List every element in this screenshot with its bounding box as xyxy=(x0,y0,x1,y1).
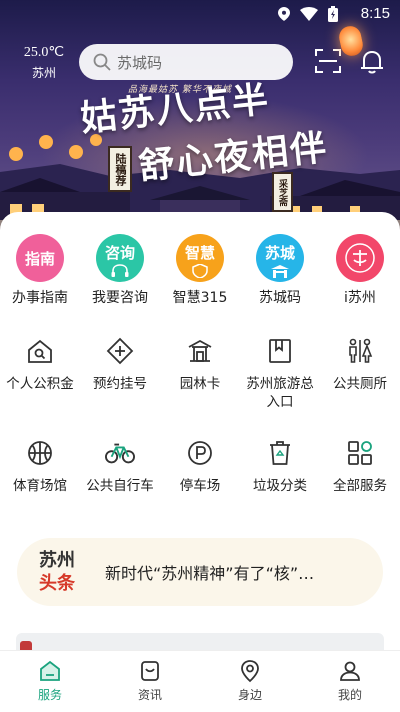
basketball-icon xyxy=(28,441,52,465)
service-public-bike[interactable]: 公共自行车 xyxy=(80,438,160,495)
service-public-toilet[interactable]: 公共厕所 xyxy=(320,336,400,411)
tab-news-label: 资讯 xyxy=(137,688,162,702)
service-stadium-label: 体育场馆 xyxy=(13,478,67,494)
service-public-bike-label: 公共自行车 xyxy=(86,478,154,494)
service-i-suzhou[interactable]: i苏州 xyxy=(320,234,400,307)
i-suzhou-logo-icon xyxy=(345,243,375,273)
service-tourism-entry-label: 苏州旅游总入口 xyxy=(246,376,314,410)
temperature: 25.0℃ xyxy=(23,45,65,60)
news-icon xyxy=(141,661,159,681)
service-consult[interactable]: 咨询 我要咨询 xyxy=(80,234,160,307)
service-all-services[interactable]: 全部服务 xyxy=(320,438,400,495)
restroom-icon xyxy=(349,338,373,363)
service-smart-315[interactable]: 智慧 智慧315 xyxy=(160,234,240,307)
news-brand-line1: 苏州 xyxy=(39,550,75,571)
service-guide-label: 办事指南 xyxy=(12,290,68,306)
services-row-2: 个人公积金 预约挂号 园林卡 苏州旅游总入口 公共厕所 xyxy=(0,336,400,411)
service-stadium[interactable]: 体育场馆 xyxy=(0,438,80,495)
service-all-services-label: 全部服务 xyxy=(333,478,387,494)
consult-badge-text: 咨询 xyxy=(104,243,135,262)
service-public-toilet-label: 公共厕所 xyxy=(333,376,387,392)
suzhou-headlines-banner[interactable]: 苏州 头条 新时代“苏州精神”有了“核”… xyxy=(17,538,383,606)
profile-icon xyxy=(340,661,360,681)
gate-icon xyxy=(271,265,289,278)
tab-profile[interactable]: 我的 xyxy=(300,651,400,712)
bicycle-icon xyxy=(105,443,135,464)
service-sucheng-code-label: 苏城码 xyxy=(259,290,301,306)
smart-315-badge-icon: 智慧 xyxy=(176,234,224,282)
guide-badge-text: 指南 xyxy=(24,249,55,268)
smart-315-badge-text: 智慧 xyxy=(184,243,215,262)
shield-icon xyxy=(192,264,208,278)
battery-icon xyxy=(328,6,338,22)
status-time: 8:15 xyxy=(360,5,390,22)
service-garden-card[interactable]: 园林卡 xyxy=(160,336,240,411)
banner-signboard-right: 采芝斋 xyxy=(272,172,293,212)
tab-profile-label: 我的 xyxy=(337,688,362,702)
wifi-icon xyxy=(300,7,318,21)
hero-banner[interactable]: 8:15 25.0℃ 苏州 苏城码 品海最姑苏 繁华不夜城 姑苏八点半 舒心夜相… xyxy=(0,0,400,232)
tab-service[interactable]: 服务 xyxy=(0,651,100,712)
parking-icon xyxy=(188,441,212,465)
tab-service-label: 服务 xyxy=(37,688,62,702)
tab-news[interactable]: 资讯 xyxy=(100,651,200,712)
weather-widget[interactable]: 25.0℃ 苏州 xyxy=(18,44,70,81)
service-tourism-entry[interactable]: 苏州旅游总入口 xyxy=(240,336,320,411)
service-guide[interactable]: 指南 办事指南 xyxy=(0,234,80,307)
service-parking-label: 停车场 xyxy=(179,478,221,494)
sucheng-code-badge-icon: 苏城 xyxy=(256,234,304,282)
banner-signboard-left: 陆稿荐 xyxy=(108,146,132,192)
service-waste-sorting-label: 垃圾分类 xyxy=(253,478,307,494)
location-icon xyxy=(278,7,290,21)
search-placeholder: 苏城码 xyxy=(117,53,163,72)
service-garden-card-label: 园林卡 xyxy=(179,376,221,392)
sucheng-code-badge-text: 苏城 xyxy=(264,243,295,262)
service-waste-sorting[interactable]: 垃圾分类 xyxy=(240,438,320,495)
bell-icon xyxy=(361,50,383,74)
service-appointment[interactable]: 预约挂号 xyxy=(80,336,160,411)
bookmark-icon xyxy=(269,339,291,363)
pavilion-icon xyxy=(188,339,212,362)
news-headline[interactable]: 新时代“苏州精神”有了“核”… xyxy=(105,560,361,584)
home-icon xyxy=(40,660,60,681)
search-icon xyxy=(93,53,111,71)
status-bar: 8:15 xyxy=(0,0,400,28)
i-suzhou-badge-icon xyxy=(336,234,384,282)
grid-icon xyxy=(348,441,372,465)
services-row-3: 体育场馆 公共自行车 停车场 垃圾分类 全部服务 xyxy=(0,438,400,495)
medical-cross-icon xyxy=(106,337,134,365)
service-housing-fund-label: 个人公积金 xyxy=(6,376,74,392)
consult-badge-icon: 咨询 xyxy=(96,234,144,282)
city-name: 苏州 xyxy=(31,66,56,80)
service-parking[interactable]: 停车场 xyxy=(160,438,240,495)
service-appointment-label: 预约挂号 xyxy=(93,376,147,392)
service-housing-fund[interactable]: 个人公积金 xyxy=(0,336,80,411)
featured-services-row: 指南 办事指南 咨询 我要咨询 智慧 智慧315 苏城 苏城码 i苏州 xyxy=(0,234,400,307)
notification-button[interactable] xyxy=(358,47,386,75)
tab-nearby[interactable]: 身边 xyxy=(200,651,300,712)
service-smart-315-label: 智慧315 xyxy=(172,290,228,306)
service-consult-label: 我要咨询 xyxy=(92,290,148,306)
service-sucheng-code[interactable]: 苏城 苏城码 xyxy=(240,234,320,307)
service-i-suzhou-label: i苏州 xyxy=(344,290,376,306)
suzhou-headlines-logo: 苏州 头条 xyxy=(39,549,81,595)
guide-badge-icon: 指南 xyxy=(16,234,64,282)
scan-icon xyxy=(315,49,341,73)
scan-button[interactable] xyxy=(314,47,342,75)
trash-icon xyxy=(270,441,290,465)
bottom-navigation: 服务 资讯 身边 我的 xyxy=(0,650,400,712)
house-icon xyxy=(28,339,52,363)
tab-nearby-label: 身边 xyxy=(237,688,262,702)
headset-icon xyxy=(111,264,129,277)
news-brand-line2: 头条 xyxy=(39,573,75,594)
location-pin-icon xyxy=(241,660,259,683)
